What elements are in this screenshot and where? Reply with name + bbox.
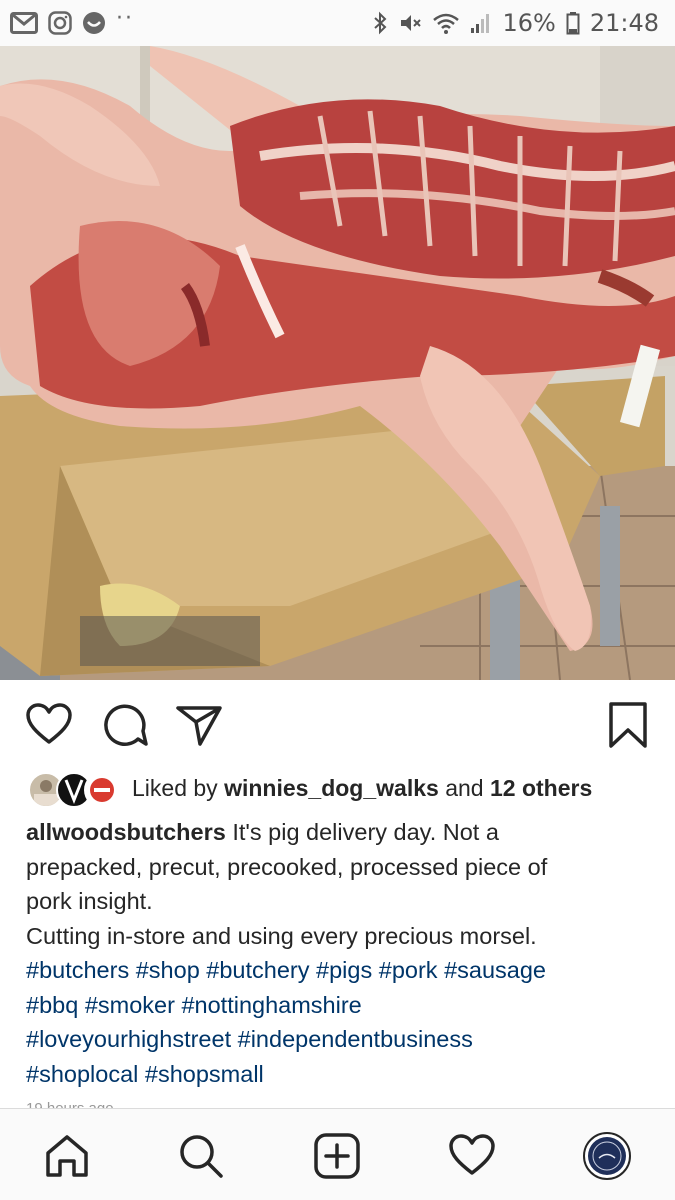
signal-icon: [471, 14, 490, 33]
gmail-icon: [10, 12, 38, 34]
wifi-icon: [433, 13, 460, 34]
caption-username[interactable]: allwoodsbutchers: [26, 819, 226, 845]
battery-percent: 16%: [502, 9, 556, 37]
hashtag[interactable]: #butchers: [26, 957, 129, 983]
liked-by-label: Liked by: [132, 774, 218, 801]
avatar: [84, 772, 120, 808]
hashtag[interactable]: #pork: [379, 957, 438, 983]
like-icon[interactable]: [24, 700, 74, 750]
new-post-icon[interactable]: [312, 1131, 362, 1181]
caption-line-4: Cutting in-store and using every preciou…: [26, 922, 537, 949]
hashtag[interactable]: #shoplocal: [26, 1061, 138, 1087]
hashtag[interactable]: #butchery: [206, 957, 309, 983]
liked-and-label: and: [445, 774, 484, 801]
hashtag[interactable]: #bbq: [26, 992, 78, 1018]
post-caption: allwoodsbutchers It's pig delivery day. …: [26, 815, 656, 1091]
hashtag[interactable]: #sausage: [444, 957, 546, 983]
mute-icon: [401, 15, 422, 31]
caption-line-1: It's pig delivery day. Not a: [232, 819, 499, 845]
caption-line-2: prepacked, precut, precooked, processed …: [26, 853, 548, 880]
hashtag[interactable]: #loveyourhighstreet: [26, 1026, 231, 1052]
hashtag[interactable]: #pigs: [316, 957, 372, 983]
bottom-nav: [0, 1108, 675, 1200]
activity-icon[interactable]: [447, 1131, 497, 1181]
hashtag[interactable]: #shop: [136, 957, 200, 983]
likes-row[interactable]: Liked by winnies_dog_walks and 12 others: [26, 768, 666, 808]
share-icon[interactable]: [174, 700, 224, 750]
hashtag[interactable]: #shopsmall: [145, 1061, 264, 1087]
hashtag-list: #butchers #shop #butchery #pigs #pork #s…: [26, 953, 656, 1091]
search-icon[interactable]: [176, 1131, 226, 1181]
battery-icon: [566, 12, 580, 35]
more-notifications-icon: ··: [116, 5, 134, 31]
save-icon[interactable]: [603, 700, 653, 750]
clock: 21:48: [589, 9, 659, 37]
status-bar: ·· 16% 21:48: [0, 0, 675, 46]
instagram-icon: [48, 11, 72, 35]
comment-icon[interactable]: [100, 700, 150, 750]
home-icon[interactable]: [42, 1131, 92, 1181]
caption-line-3: pork insight.: [26, 888, 153, 914]
dots-app-icon: [83, 12, 105, 34]
post-photo[interactable]: [0, 46, 675, 680]
pig-carcass-image: [0, 46, 675, 680]
liked-by-user[interactable]: winnies_dog_walks: [224, 775, 439, 802]
profile-avatar[interactable]: [582, 1131, 632, 1181]
hashtag[interactable]: #smoker: [85, 992, 175, 1018]
liker-avatars: [26, 770, 120, 808]
hashtag[interactable]: #nottinghamshire: [181, 992, 361, 1018]
hashtag[interactable]: #independentbusiness: [238, 1026, 473, 1052]
post-actions: [0, 688, 675, 758]
liked-others-count[interactable]: 12 others: [490, 775, 592, 802]
bluetooth-icon: [374, 11, 387, 35]
